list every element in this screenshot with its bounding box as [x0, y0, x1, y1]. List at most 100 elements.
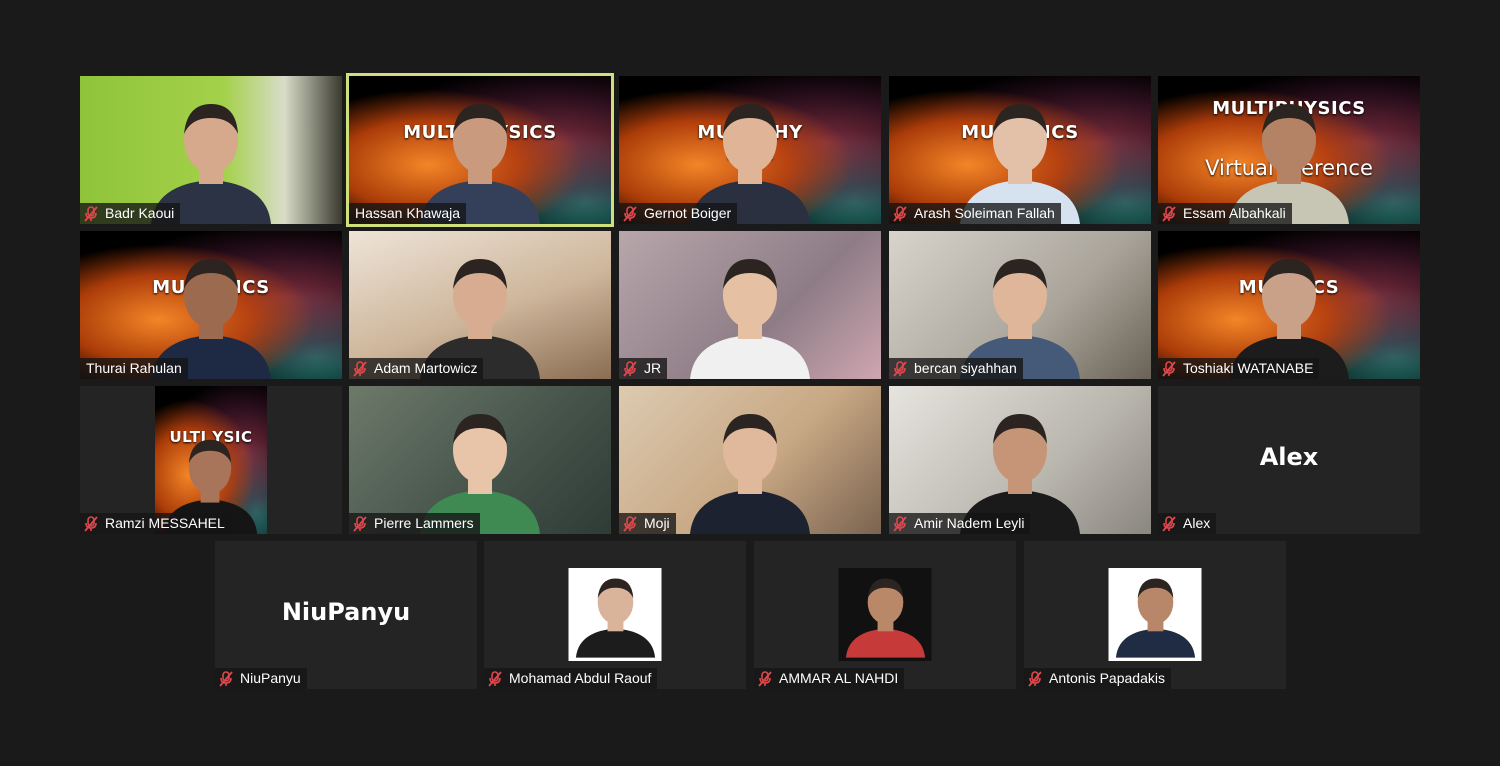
participant-tile[interactable]: Moji: [619, 386, 881, 534]
muted-mic-icon: [1028, 670, 1042, 687]
participant-video: MULTI SICS2: [889, 76, 1151, 224]
participant-tile[interactable]: Pierre Lammers: [349, 386, 611, 534]
participant-name-label: Mohamad Abdul Raouf: [509, 670, 652, 686]
participant-video: MULTIPHY2021: [619, 76, 881, 224]
muted-mic-icon: [893, 360, 907, 377]
participant-video: [484, 541, 746, 689]
participant-name-label: Toshiaki WATANABE: [1183, 360, 1314, 376]
participant-name-tag: bercan siyahhan: [889, 358, 1023, 379]
participant-name-tag: Amir Nadem Leyli: [889, 513, 1031, 534]
participant-name-tag: Pierre Lammers: [349, 513, 480, 534]
participant-video: [1024, 541, 1286, 689]
participant-name-tag: Alex: [1158, 513, 1217, 534]
participant-name-label: Pierre Lammers: [374, 515, 474, 531]
participant-tile[interactable]: NiuPanyu NiuPanyu: [215, 541, 477, 689]
participant-name-tag: Adam Martowicz: [349, 358, 484, 379]
participant-name-label: Moji: [644, 515, 670, 531]
participant-name-label: NiuPanyu: [240, 670, 301, 686]
participant-tile[interactable]: Alex Alex: [1158, 386, 1420, 534]
participant-tile[interactable]: ULTI YSIC21Ramzi MESSAHEL: [80, 386, 342, 534]
participant-name-label: AMMAR AL NAHDI: [779, 670, 899, 686]
participant-name-tag: Toshiaki WATANABE: [1158, 358, 1320, 379]
participant-video: MUL SICS: [1158, 231, 1420, 379]
participant-tile[interactable]: bercan siyahhan: [889, 231, 1151, 379]
muted-mic-icon: [623, 205, 637, 222]
participant-display-name: Alex: [1259, 443, 1319, 472]
participant-video: MULTIPHYSICS1Virtual nference: [1158, 76, 1420, 224]
participant-name-label: Ramzi MESSAHEL: [105, 515, 225, 531]
muted-mic-icon: [84, 205, 98, 222]
muted-mic-icon: [1162, 515, 1176, 532]
participant-name-tag: NiuPanyu: [215, 668, 307, 689]
participant-video: [349, 231, 611, 379]
participant-tile[interactable]: Amir Nadem Leyli: [889, 386, 1151, 534]
participant-name-label: JR: [644, 360, 662, 376]
participant-name-tag: Gernot Boiger: [619, 203, 738, 224]
participant-name-label: Gernot Boiger: [644, 205, 732, 221]
participant-tile[interactable]: Antonis Papadakis: [1024, 541, 1286, 689]
muted-mic-icon: [893, 515, 907, 532]
participant-tile[interactable]: JR: [619, 231, 881, 379]
participant-name-label: Amir Nadem Leyli: [914, 515, 1025, 531]
participant-tile[interactable]: MULTI SICS2Thurai Rahulan: [80, 231, 342, 379]
muted-mic-icon: [353, 360, 367, 377]
participant-name-label: Alex: [1183, 515, 1211, 531]
profile-photo: [1108, 568, 1202, 661]
participant-name-tag: Essam Albahkali: [1158, 203, 1292, 224]
participant-name-tag: Hassan Khawaja: [349, 203, 467, 224]
participant-tile[interactable]: Mohamad Abdul Raouf: [484, 541, 746, 689]
muted-mic-icon: [353, 515, 367, 532]
profile-photo: [838, 568, 932, 661]
participant-name-tag: Antonis Papadakis: [1024, 668, 1171, 689]
participant-person: [680, 394, 820, 534]
participant-tile[interactable]: MUL SICSToshiaki WATANABE: [1158, 231, 1420, 379]
participant-tile[interactable]: MULTIPHY2021Gernot Boiger: [619, 76, 881, 224]
participant-tile[interactable]: MULTI SICS2Arash Soleiman Fallah: [889, 76, 1151, 224]
participant-name-tag: Badr Kaoui: [80, 203, 181, 224]
participant-name-label: Essam Albahkali: [1183, 205, 1286, 221]
participant-video: [889, 231, 1151, 379]
participant-name-tag: AMMAR AL NAHDI: [754, 668, 905, 689]
muted-mic-icon: [219, 670, 233, 687]
participant-video: [80, 76, 342, 224]
participant-video: Alex: [1158, 386, 1420, 534]
participant-name-label: Adam Martowicz: [374, 360, 478, 376]
gallery-grid: Badr KaouiMULTIPHYSICSHassan KhawajaMULT…: [0, 0, 1500, 766]
participant-name-tag: JR: [619, 358, 668, 379]
participant-name-tag: Mohamad Abdul Raouf: [484, 668, 658, 689]
participant-video: [349, 386, 611, 534]
muted-mic-icon: [1162, 205, 1176, 222]
participant-name-label: Thurai Rahulan: [86, 360, 182, 376]
participant-video: NiuPanyu: [215, 541, 477, 689]
muted-mic-icon: [893, 205, 907, 222]
participant-tile[interactable]: MULTIPHYSICS1Virtual nferenceEssam Albah…: [1158, 76, 1420, 224]
muted-mic-icon: [758, 670, 772, 687]
muted-mic-icon: [623, 360, 637, 377]
participant-tile[interactable]: Adam Martowicz: [349, 231, 611, 379]
profile-photo: [568, 568, 662, 661]
participant-name-label: Badr Kaoui: [105, 205, 175, 221]
participant-video: ULTI YSIC21: [80, 386, 342, 534]
participant-name-label: Hassan Khawaja: [355, 205, 461, 221]
participant-video: MULTI SICS2: [80, 231, 342, 379]
participant-video: [619, 386, 881, 534]
participant-name-tag: Thurai Rahulan: [80, 358, 188, 379]
participant-video: MULTIPHYSICS: [349, 76, 611, 224]
participant-person: [680, 239, 820, 379]
participant-name-tag: Arash Soleiman Fallah: [889, 203, 1061, 224]
participant-video: [889, 386, 1151, 534]
participant-video: [619, 231, 881, 379]
participant-name-tag: Moji: [619, 513, 676, 534]
muted-mic-icon: [84, 515, 98, 532]
participant-video: [754, 541, 1016, 689]
participant-name-tag: Ramzi MESSAHEL: [80, 513, 231, 534]
participant-name-label: Arash Soleiman Fallah: [914, 205, 1055, 221]
muted-mic-icon: [488, 670, 502, 687]
participant-name-label: bercan siyahhan: [914, 360, 1017, 376]
participant-tile[interactable]: AMMAR AL NAHDI: [754, 541, 1016, 689]
participant-tile[interactable]: MULTIPHYSICSHassan Khawaja: [346, 73, 614, 227]
participant-name-label: Antonis Papadakis: [1049, 670, 1165, 686]
participant-tile[interactable]: Badr Kaoui: [80, 76, 342, 224]
muted-mic-icon: [623, 515, 637, 532]
participant-display-name: NiuPanyu: [281, 598, 411, 627]
